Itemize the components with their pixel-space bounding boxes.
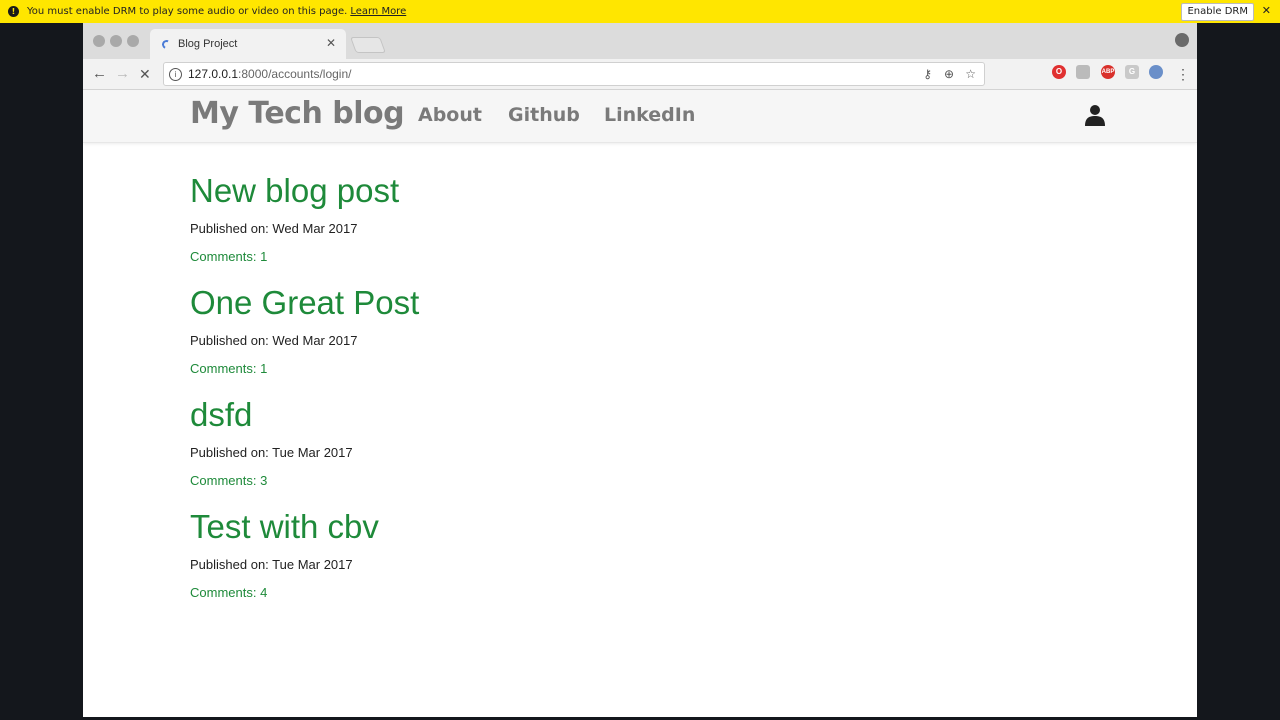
adblock-extension-icon[interactable]: ABP [1101, 65, 1115, 79]
post-title-link[interactable]: dsfd [190, 395, 353, 435]
post-date: Published on: Tue Mar 2017 [190, 557, 353, 572]
learn-more-link[interactable]: Learn More [350, 6, 406, 17]
tab-close-icon[interactable]: ✕ [326, 36, 336, 50]
tab-blog-project[interactable]: Blog Project ✕ [150, 29, 346, 59]
drm-message: You must enable DRM to play some audio o… [27, 6, 348, 17]
url-path: :8000/accounts/login/ [238, 67, 352, 81]
info-icon[interactable]: i [169, 67, 182, 81]
key-icon[interactable]: ⚷ [923, 63, 932, 85]
window-maximize-dot[interactable] [127, 35, 139, 47]
post-comments-link[interactable]: Comments: 1 [190, 361, 419, 377]
forward-arrow-icon[interactable]: → [115, 63, 130, 85]
enable-drm-button[interactable]: Enable DRM [1181, 3, 1254, 21]
post-item: dsfd Published on: Tue Mar 2017 Comments… [190, 395, 353, 489]
globe-extension-icon[interactable] [1149, 65, 1163, 79]
site-navbar: My Tech blog About Github LinkedIn [83, 90, 1197, 143]
post-comments-link[interactable]: Comments: 3 [190, 473, 353, 489]
loading-spinner-icon [160, 38, 173, 50]
reader-extension-icon[interactable] [1076, 65, 1090, 79]
post-title-link[interactable]: New blog post [190, 171, 399, 211]
post-item: Test with cbv Published on: Tue Mar 2017… [190, 507, 379, 601]
stop-loading-icon[interactable]: ✕ [139, 63, 151, 85]
nav-link-linkedin[interactable]: LinkedIn [604, 104, 695, 126]
post-item: New blog post Published on: Wed Mar 2017… [190, 171, 399, 265]
opera-extension-icon[interactable]: O [1052, 65, 1066, 79]
zoom-icon[interactable]: ⊕ [944, 63, 954, 85]
back-arrow-icon[interactable]: ← [92, 63, 107, 85]
post-comments-link[interactable]: Comments: 4 [190, 585, 379, 601]
post-date: Published on: Wed Mar 2017 [190, 221, 358, 236]
new-tab-button[interactable] [350, 37, 386, 53]
web-page: My Tech blog About Github LinkedIn New b… [83, 90, 1197, 717]
nav-link-about[interactable]: About [418, 104, 482, 126]
menu-kebab-icon[interactable]: ⋮ [1176, 63, 1190, 85]
user-icon[interactable] [1085, 104, 1105, 126]
g-extension-icon[interactable]: G [1125, 65, 1139, 79]
window-close-dot[interactable] [93, 35, 105, 47]
bookmark-star-icon[interactable]: ☆ [965, 63, 976, 85]
window-minimize-dot[interactable] [110, 35, 122, 47]
warning-icon: ! [8, 6, 19, 17]
browser-toolbar: ← → ✕ i 127.0.0.1 :8000/accounts/login/ … [83, 59, 1197, 90]
post-comments-link[interactable]: Comments: 1 [190, 249, 399, 265]
site-brand[interactable]: My Tech blog [190, 96, 405, 131]
post-title-link[interactable]: One Great Post [190, 283, 419, 323]
nav-link-github[interactable]: Github [508, 104, 580, 126]
drm-notification-bar: ! You must enable DRM to play some audio… [0, 0, 1280, 23]
post-item: One Great Post Published on: Wed Mar 201… [190, 283, 419, 377]
browser-window: Blog Project ✕ ← → ✕ i 127.0.0.1 :8000/a… [83, 23, 1197, 717]
post-title-link[interactable]: Test with cbv [190, 507, 379, 547]
url-host: 127.0.0.1 [188, 67, 239, 81]
post-date: Published on: Tue Mar 2017 [190, 445, 353, 460]
profile-icon[interactable] [1175, 33, 1189, 47]
close-icon[interactable]: ✕ [1262, 4, 1271, 17]
tab-title: Blog Project [178, 38, 238, 50]
tab-strip: Blog Project ✕ [83, 23, 1197, 59]
address-bar[interactable]: i 127.0.0.1 :8000/accounts/login/ ⚷ ⊕ ☆ [163, 62, 985, 86]
post-date: Published on: Wed Mar 2017 [190, 333, 358, 348]
